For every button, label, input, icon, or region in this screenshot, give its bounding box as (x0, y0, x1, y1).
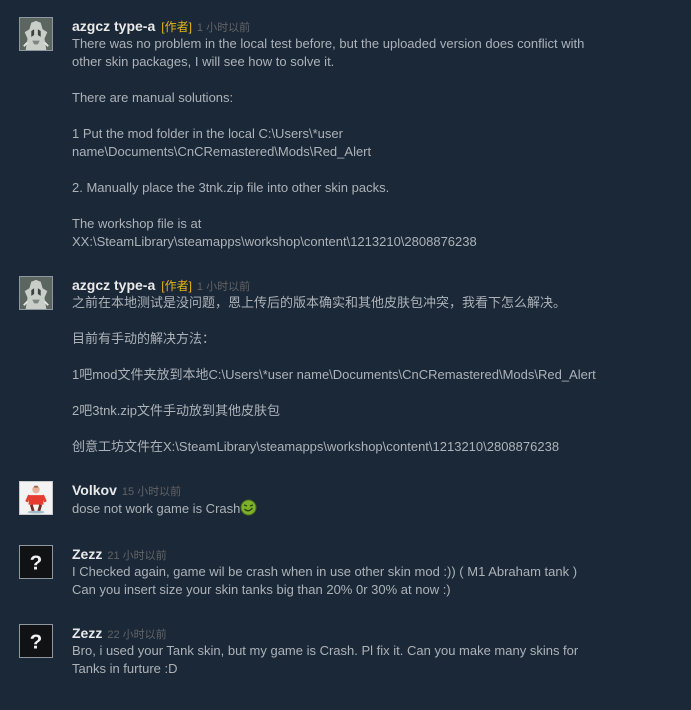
comment-timestamp: 1 小时以前 (196, 281, 251, 293)
comment-author[interactable]: Zezz (72, 546, 102, 562)
comment-line: name\Documents\CnCRemastered\Mods\Red_Al… (72, 144, 372, 159)
comment-line: 创意工坊文件在X:\SteamLibrary\steamapps\worksho… (72, 439, 560, 454)
question-mark-avatar[interactable]: ? (19, 545, 53, 579)
green-laughing-emoticon-icon (240, 499, 257, 516)
comment-line (72, 197, 669, 215)
comment-line (72, 348, 669, 366)
comment-line (72, 161, 669, 179)
comment-author[interactable]: azgcz type-a (72, 18, 155, 34)
comment-text: There was no problem in the local test b… (72, 35, 669, 251)
comment-line (72, 107, 669, 125)
comment-author[interactable]: azgcz type-a (72, 277, 155, 293)
gray-gargoyle-avatar[interactable] (19, 276, 53, 310)
gray-gargoyle-avatar[interactable] (19, 17, 53, 51)
comment-line: 1 Put the mod folder in the local C:\Use… (72, 126, 343, 141)
comment-line (72, 71, 669, 89)
comment-timestamp: 1 小时以前 (196, 22, 251, 34)
comment-line: 1吧mod文件夹放到本地C:\Users\*user name\Document… (72, 367, 596, 382)
comment-line: I Checked again, game wil be crash when … (72, 564, 578, 579)
comment-line: XX:\SteamLibrary\steamapps\workshop\cont… (72, 234, 477, 249)
comment-line: Bro, i used your Tank skin, but my game … (72, 643, 579, 658)
gargoyle-icon (20, 18, 52, 50)
gargoyle-icon (20, 277, 52, 309)
comment-timestamp: 21 小时以前 (107, 550, 167, 562)
question-mark-icon: ? (20, 625, 52, 657)
comment-author[interactable]: Volkov (72, 482, 117, 498)
comment-thread: azgcz type-a [作者] 1 小时以前 There was no prob… (0, 0, 691, 710)
comment-author[interactable]: Zezz (72, 625, 102, 641)
comment-line (72, 312, 669, 330)
svg-text:?: ? (30, 552, 43, 575)
author-badge: [作者] (161, 20, 192, 34)
comment-text: dose not work game is Crash (72, 499, 669, 518)
comment-line: The workshop file is at (72, 216, 202, 231)
comment-line: 目前有手动的解决方法： (72, 331, 216, 346)
comment-text: Bro, i used your Tank skin, but my game … (72, 642, 669, 678)
comment-timestamp: 15 小时以前 (121, 486, 182, 498)
comment-line: Tanks in furture :D (72, 661, 178, 676)
author-badge: [作者] (161, 279, 192, 293)
comment-text: I Checked again, game wil be crash when … (72, 563, 669, 599)
svg-text:?: ? (30, 631, 43, 654)
comment-line-text: dose not work game is Crash (72, 501, 241, 516)
comment-line: There was no problem in the local test b… (72, 36, 585, 51)
comment-line: 2吧3tnk.zip文件手动放到其他皮肤包 (72, 403, 281, 418)
comment-line: other skin packages, I will see how to s… (72, 54, 335, 69)
comment-line: dose not work game is Crash (72, 499, 669, 518)
red-soldier-avatar[interactable] (19, 481, 53, 515)
comment-line: 之前在本地测试是没问题，恩上传后的版本确实和其他皮肤包冲突，我看下怎么解决。 (72, 295, 567, 310)
soldier-icon (20, 482, 52, 514)
comment-line (72, 420, 669, 438)
comment-line: Can you insert size your skin tanks big … (72, 582, 451, 597)
comment-timestamp: 22 小时以前 (107, 629, 167, 641)
comment-text: 之前在本地测试是没问题，恩上传后的版本确实和其他皮肤包冲突，我看下怎么解决。 目… (72, 294, 669, 456)
comment-line: There are manual solutions: (72, 90, 234, 105)
comment-line (72, 384, 669, 402)
comment-line: 2. Manually place the 3tnk.zip file into… (72, 180, 390, 195)
question-mark-avatar[interactable]: ? (19, 624, 53, 658)
question-mark-icon: ? (20, 546, 52, 578)
